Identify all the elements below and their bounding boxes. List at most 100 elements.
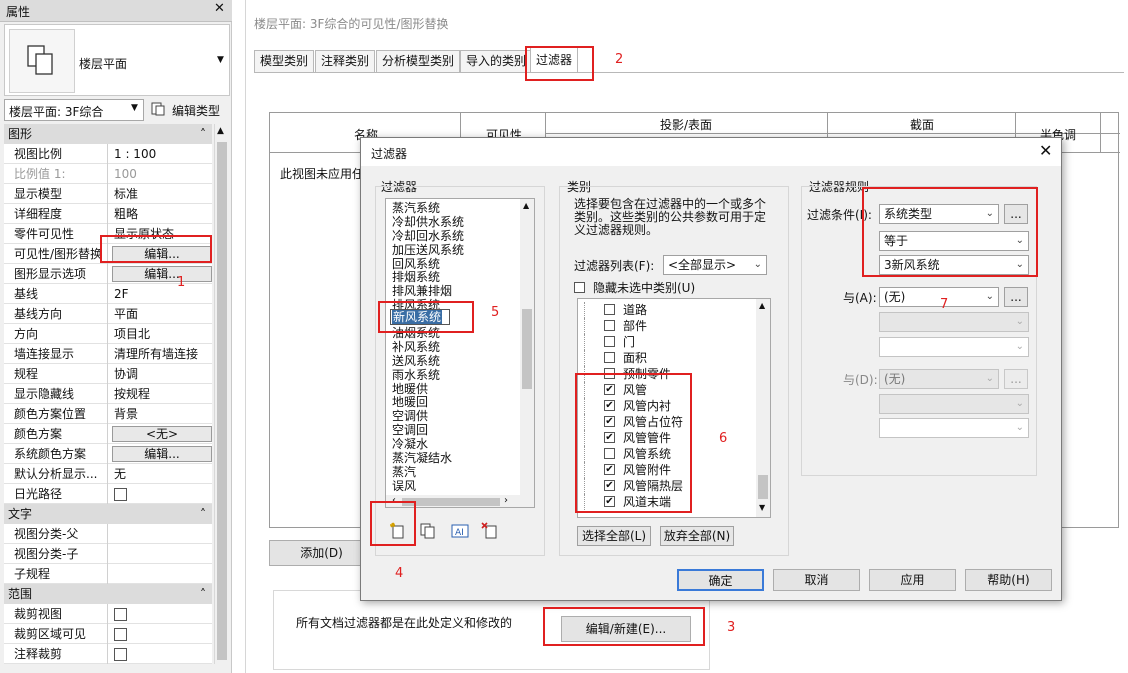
categories-vscroll[interactable]: ▲ ▼ <box>756 299 770 517</box>
filter-list-item[interactable]: 冷却供水系统 <box>386 215 520 229</box>
scroll-up-icon[interactable]: ▲ <box>523 201 529 210</box>
tab-imported-categories[interactable]: 导入的类别 <box>460 50 533 72</box>
duplicate-filter-icon[interactable] <box>419 522 437 540</box>
filter-list-item[interactable]: 回风系统 <box>386 257 520 271</box>
property-value[interactable]: 协调 <box>110 364 210 384</box>
property-value[interactable]: 无 <box>110 464 210 484</box>
checkbox[interactable] <box>114 648 127 661</box>
property-value[interactable]: 2F <box>110 284 210 304</box>
section-graphics[interactable]: 图形 ˄ <box>4 124 212 144</box>
property-value[interactable]: 项目北 <box>110 324 210 344</box>
tab-analytical-categories[interactable]: 分析模型类别 <box>376 50 461 72</box>
section-text[interactable]: 文字 ˄ <box>4 504 212 524</box>
filter-list-select[interactable]: <全部显示> ⌄ <box>663 255 767 275</box>
property-edit-button[interactable]: <无> <box>112 426 212 442</box>
filter-list-item[interactable]: 送风系统 <box>386 354 520 368</box>
chevron-down-icon: ⌄ <box>985 291 994 302</box>
filter-list-item[interactable]: 排烟系统 <box>386 270 520 285</box>
property-key: 零件可见性 <box>4 224 108 244</box>
edit-type-button[interactable]: 编辑类型 <box>150 99 226 121</box>
filter-list-item[interactable]: 雨水系统 <box>386 368 520 382</box>
filter-list-item[interactable]: 蒸汽凝结水 <box>386 451 520 465</box>
select-none-button[interactable]: 放弃全部(N) <box>660 526 734 546</box>
filter-list-item[interactable]: 空调回 <box>386 423 520 437</box>
filter-list-item[interactable]: 地暖回 <box>386 395 520 410</box>
property-value[interactable]: 1 : 100 <box>110 144 210 164</box>
hide-unchecked-checkbox[interactable]: 隐藏未选中类别(U) <box>574 279 695 296</box>
delete-filter-icon[interactable] <box>481 522 499 540</box>
scrollbar-thumb[interactable] <box>402 498 500 506</box>
property-value[interactable]: 背景 <box>110 404 210 424</box>
tree-line <box>584 334 604 350</box>
property-row: 颜色方案位置 背景 <box>4 404 212 424</box>
scrollbar-thumb[interactable] <box>522 309 532 389</box>
filter-list-item[interactable]: 加压送风系统 <box>386 243 520 257</box>
filters-vscroll[interactable]: ▲ <box>520 199 534 495</box>
filters-list[interactable]: 蒸汽系统冷却供水系统冷却回水系统加压送风系统回风系统排烟系统排风兼排烟排风系统新… <box>385 198 535 508</box>
checkbox[interactable] <box>574 282 585 293</box>
vg-title: 楼层平面: 3F综合的可见性/图形替换 <box>254 17 449 31</box>
tab-annotation-categories[interactable]: 注释类别 <box>315 50 376 72</box>
annotation-3: 3 <box>727 620 736 635</box>
category-item[interactable]: 道路 <box>578 302 756 318</box>
property-value[interactable] <box>110 524 210 544</box>
property-value[interactable]: 清理所有墙连接 <box>110 344 210 364</box>
apply-button[interactable]: 应用 <box>869 569 956 591</box>
property-value[interactable]: 粗略 <box>110 204 210 224</box>
filter-list-item[interactable]: 误风 <box>386 479 520 493</box>
checkbox[interactable] <box>604 336 615 347</box>
filter-list-item[interactable]: 冷凝水 <box>386 437 520 451</box>
annotation-box-3 <box>543 607 705 646</box>
scrollbar-thumb[interactable] <box>217 142 227 660</box>
property-value[interactable]: 标准 <box>110 184 210 204</box>
section-extents[interactable]: 范围 ˄ <box>4 584 212 604</box>
checkbox[interactable] <box>604 304 615 315</box>
property-value[interactable]: 平面 <box>110 304 210 324</box>
and-a-select[interactable]: (无) ⌄ <box>879 287 999 307</box>
close-icon[interactable]: ✕ <box>214 1 225 16</box>
category-item[interactable]: 部件 <box>578 318 756 334</box>
property-edit-button[interactable]: 编辑... <box>112 266 212 282</box>
scroll-down-icon[interactable]: ▼ <box>759 503 765 512</box>
property-edit-button[interactable]: 编辑... <box>112 446 212 462</box>
checkbox[interactable] <box>114 628 127 641</box>
property-value[interactable] <box>110 564 210 584</box>
filter-list-item[interactable]: 蒸汽系统 <box>386 201 520 215</box>
property-row: 详细程度 粗略 <box>4 204 212 224</box>
select-all-button[interactable]: 选择全部(L) <box>577 526 651 546</box>
checkbox[interactable] <box>604 320 615 331</box>
filter-list-item[interactable]: 地暖供 <box>386 382 520 396</box>
filter-list-item[interactable]: 蒸汽 <box>386 465 520 479</box>
scroll-up-icon[interactable]: ▲ <box>217 126 224 136</box>
ok-button[interactable]: 确定 <box>677 569 764 591</box>
property-key: 注释裁剪 <box>4 644 108 664</box>
and-a-more-button[interactable]: ... <box>1004 287 1028 307</box>
filter-list-item[interactable]: 排风兼排烟 <box>386 284 520 298</box>
cancel-button[interactable]: 取消 <box>773 569 860 591</box>
rename-filter-icon[interactable]: AI <box>451 522 469 540</box>
category-label: 面积 <box>623 351 648 365</box>
filter-list-item[interactable]: 冷却回水系统 <box>386 229 520 243</box>
add-filter-button[interactable]: 添加(D) <box>269 540 374 566</box>
instance-select[interactable]: 楼层平面: 3F综合 ▼ <box>4 99 144 121</box>
category-item[interactable]: 门 <box>578 334 756 350</box>
filter-list-item[interactable]: 空调供 <box>386 409 520 423</box>
type-selector[interactable]: 楼层平面 ▼ <box>4 24 230 96</box>
chevron-up-icon: ˄ <box>200 507 206 521</box>
property-value[interactable]: 100 <box>110 164 210 184</box>
dialog-title-bar: 过滤器 ✕ <box>361 138 1061 166</box>
sun-path-checkbox[interactable] <box>114 488 127 501</box>
property-value[interactable]: 按规程 <box>110 384 210 404</box>
scrollbar-thumb[interactable] <box>758 475 768 499</box>
help-button[interactable]: 帮助(H) <box>965 569 1052 591</box>
checkbox[interactable] <box>114 608 127 621</box>
property-value[interactable] <box>110 544 210 564</box>
scroll-right-icon[interactable]: › <box>504 495 508 506</box>
close-icon[interactable]: ✕ <box>1039 141 1052 160</box>
properties-scrollbar[interactable]: ▲ <box>214 124 228 664</box>
scroll-up-icon[interactable]: ▲ <box>759 301 765 310</box>
tab-model-categories[interactable]: 模型类别 <box>254 50 315 72</box>
filter-list-item[interactable]: 补风系统 <box>386 340 520 354</box>
category-item[interactable]: 面积 <box>578 350 756 366</box>
checkbox[interactable] <box>604 352 615 363</box>
